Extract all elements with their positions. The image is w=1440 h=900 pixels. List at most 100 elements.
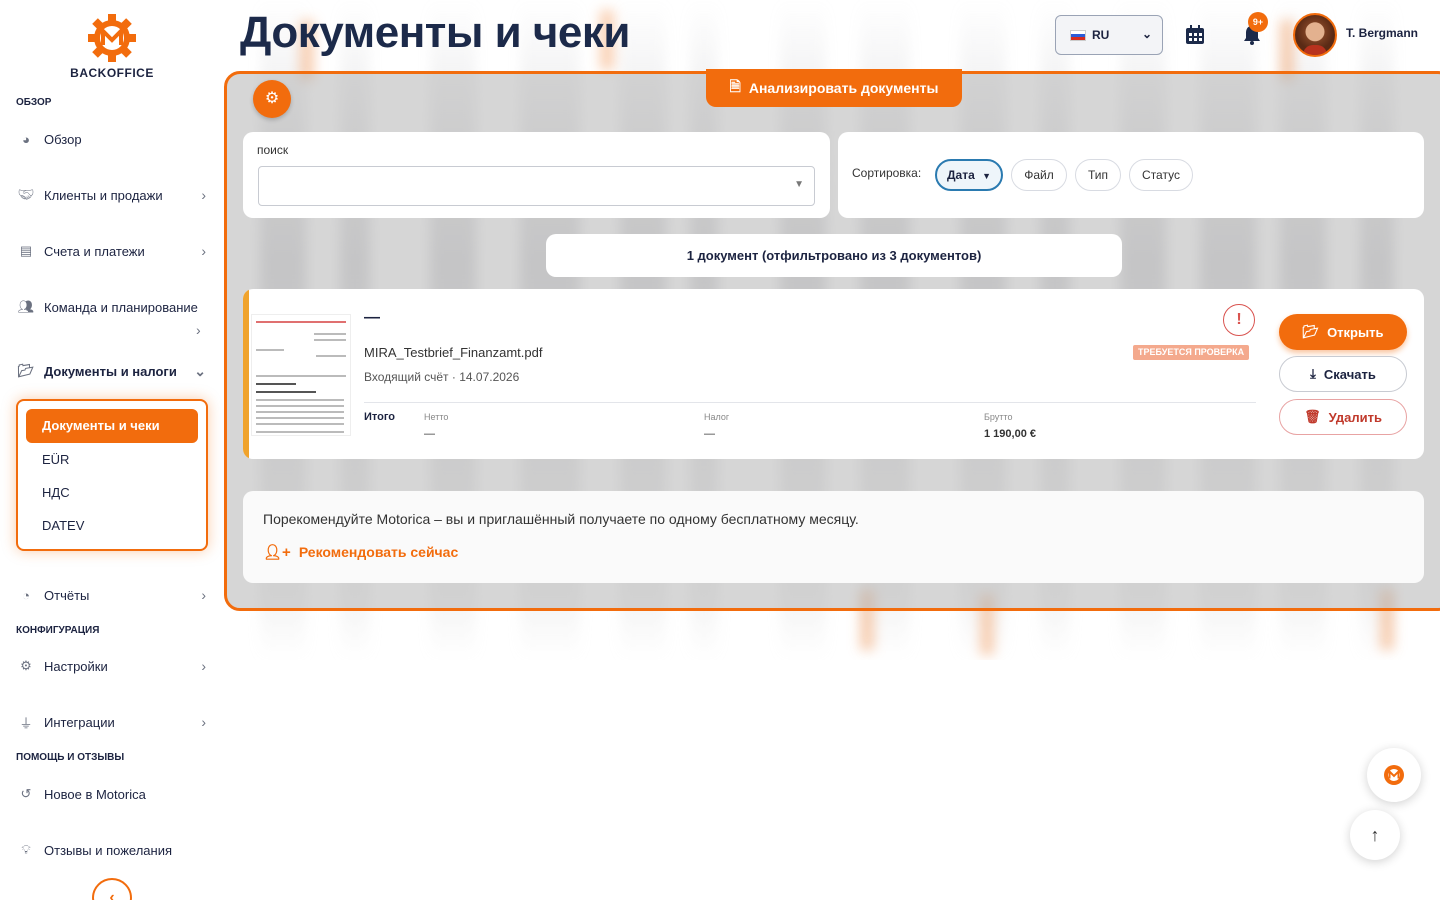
download-label: Скачать <box>1323 366 1376 382</box>
search-label: поиск <box>257 143 289 157</box>
settings-gear-button[interactable]: ⚙ <box>253 80 291 118</box>
sort-option-date[interactable]: Дата ▼ <box>935 159 1003 191</box>
document-card[interactable]: — MIRA_Testbrief_Finanzamt.pdf Входящий … <box>243 289 1424 459</box>
avatar[interactable] <box>1293 13 1337 57</box>
sort-option-status[interactable]: Статус <box>1129 159 1193 191</box>
delete-button[interactable]: 🗑︎ Удалить <box>1279 399 1407 435</box>
brand-name: BACKOFFICE <box>70 66 154 80</box>
trash-icon: 🗑︎ <box>1304 409 1321 424</box>
brand-logo[interactable] <box>84 10 140 66</box>
sidebar-item-overview[interactable]: ◕ Обзор <box>16 131 210 147</box>
assistant-button[interactable] <box>1367 748 1421 802</box>
chevron-right-icon: › <box>201 658 206 674</box>
download-button[interactable]: ⤓ Скачать <box>1279 356 1407 392</box>
document-thumbnail[interactable] <box>251 314 351 436</box>
plug-icon: ⏚ <box>19 715 33 731</box>
sidebar-item-label: Интеграции <box>44 714 115 730</box>
collapse-sidebar-button[interactable]: ‹ <box>92 878 132 900</box>
folder-open-icon: 📂︎ <box>1302 324 1320 339</box>
warning-icon: ! <box>1223 304 1255 336</box>
sidebar-item-invoices[interactable]: ▤ Счета и платежи › <box>16 243 210 259</box>
calendar-icon[interactable] <box>1184 24 1206 46</box>
document-filename: MIRA_Testbrief_Finanzamt.pdf <box>364 345 543 360</box>
scroll-top-button[interactable]: ↑ <box>1350 810 1400 860</box>
sort-label: Сортировка: <box>852 166 922 180</box>
history-icon: ↺ <box>20 786 32 801</box>
delete-label: Удалить <box>1328 409 1382 425</box>
open-label: Открыть <box>1327 324 1384 340</box>
sort-option-label: Дата <box>946 168 975 182</box>
pie-chart-icon: ◔ <box>22 587 30 603</box>
search-card: поиск ▼ <box>243 132 830 218</box>
brand-logo-icon <box>1384 765 1404 785</box>
sidebar-item-feedback[interactable]: 💡︎ Отзывы и пожелания <box>16 842 210 858</box>
submenu-item-documents-receipts[interactable]: Документы и чеки <box>26 409 198 443</box>
language-select[interactable]: RU ⌄ <box>1055 15 1163 55</box>
notification-badge: 9+ <box>1248 12 1268 32</box>
chevron-right-icon[interactable]: › <box>196 322 201 338</box>
sort-option-file[interactable]: Файл <box>1011 159 1067 191</box>
analyze-documents-button[interactable]: 🗎︎ Анализировать документы <box>706 69 962 107</box>
chevron-down-icon: ⌄ <box>1141 27 1152 41</box>
open-button[interactable]: 📂︎ Открыть <box>1279 314 1407 350</box>
referral-card: Порекомендуйте Motorica – вы и приглашён… <box>243 491 1424 583</box>
documents-submenu: Документы и чеки EÜR НДС DATEV <box>16 399 208 551</box>
net-label: Нетто <box>424 412 449 422</box>
sort-card: Сортировка: Дата ▼ Файл Тип Статус <box>838 132 1424 218</box>
sidebar-item-documents[interactable]: 📂︎ Документы и налоги ⌄ <box>16 363 210 379</box>
chevron-right-icon: › <box>201 243 206 259</box>
submenu-item-datev[interactable]: DATEV <box>42 518 84 533</box>
tax-value: — <box>704 428 715 440</box>
sidebar-item-label: Новое в Motorica <box>44 786 146 802</box>
sidebar-item-whats-new[interactable]: ↺ Новое в Motorica <box>16 786 210 802</box>
palette-icon: ◕ <box>22 131 30 147</box>
download-icon: ⤓ <box>1310 366 1316 381</box>
document-meta: Входящий счёт · 14.07.2026 <box>364 370 520 384</box>
invoice-icon: ▤ <box>19 243 33 258</box>
language-value: RU <box>1092 28 1110 42</box>
tax-label: Налог <box>704 412 730 422</box>
gross-value: 1 190,00 € <box>984 428 1036 440</box>
search-input[interactable]: ▼ <box>258 166 815 206</box>
handshake-icon: 🤝︎ <box>17 187 35 202</box>
totals-label: Итого <box>364 411 396 423</box>
sidebar-item-settings[interactable]: ⚙ Настройки › <box>16 658 210 674</box>
sort-desc-icon: ▼ <box>982 171 992 181</box>
users-icon: 👥︎ <box>17 299 35 314</box>
status-stripe <box>243 289 249 459</box>
sidebar-item-label: Настройки <box>44 658 108 674</box>
sidebar-item-label: Команда и планирование <box>44 299 198 315</box>
sidebar-item-label: Документы и налоги <box>44 363 177 379</box>
user-plus-icon: 👤︎+ <box>263 544 291 561</box>
sidebar-item-label: Счета и платежи <box>44 243 145 259</box>
sidebar-item-label: Клиенты и продажи <box>44 187 163 203</box>
analyze-label: Анализировать документы <box>748 80 939 96</box>
sidebar-item-label: Отзывы и пожелания <box>44 842 173 858</box>
submenu-item-eur[interactable]: EÜR <box>42 452 69 467</box>
chevron-right-icon: › <box>201 587 206 603</box>
divider <box>364 402 1256 403</box>
sort-option-type[interactable]: Тип <box>1075 159 1121 191</box>
page-title: Документы и чеки <box>240 8 630 57</box>
sidebar-item-clients[interactable]: 🤝︎ Клиенты и продажи › <box>16 187 210 203</box>
referral-link-label: Рекомендовать сейчас <box>298 544 459 560</box>
chevron-right-icon: › <box>201 714 206 730</box>
submenu-item-vat[interactable]: НДС <box>42 485 70 500</box>
chevron-right-icon: › <box>201 187 206 203</box>
sidebar-item-integrations[interactable]: ⏚ Интеграции › <box>16 714 210 731</box>
section-overview: ОБЗОР <box>16 97 52 108</box>
chevron-down-icon: ⌄ <box>194 363 206 379</box>
referral-text: Порекомендуйте Motorica – вы и приглашён… <box>263 511 859 527</box>
document-title: — <box>364 309 380 326</box>
status-badge: ТРЕБУЕТСЯ ПРОВЕРКА <box>1133 345 1250 360</box>
section-help: ПОМОЩЬ И ОТЗЫВЫ <box>16 752 125 763</box>
file-plus-icon: 🗎︎ <box>729 78 741 94</box>
results-summary: 1 документ (отфильтровано из 3 документо… <box>546 234 1122 277</box>
folder-open-icon: 📂︎ <box>17 363 35 378</box>
lightbulb-icon: 💡︎ <box>21 842 31 857</box>
user-name[interactable]: T. Bergmann <box>1346 26 1418 40</box>
referral-link[interactable]: 👤︎+ Рекомендовать сейчас <box>263 543 458 561</box>
sidebar-item-team[interactable]: 👥︎ Команда и планирование <box>16 299 210 315</box>
sidebar-item-reports[interactable]: ◔ Отчёты › <box>16 587 210 603</box>
gear-icon: ⚙ <box>264 90 280 107</box>
